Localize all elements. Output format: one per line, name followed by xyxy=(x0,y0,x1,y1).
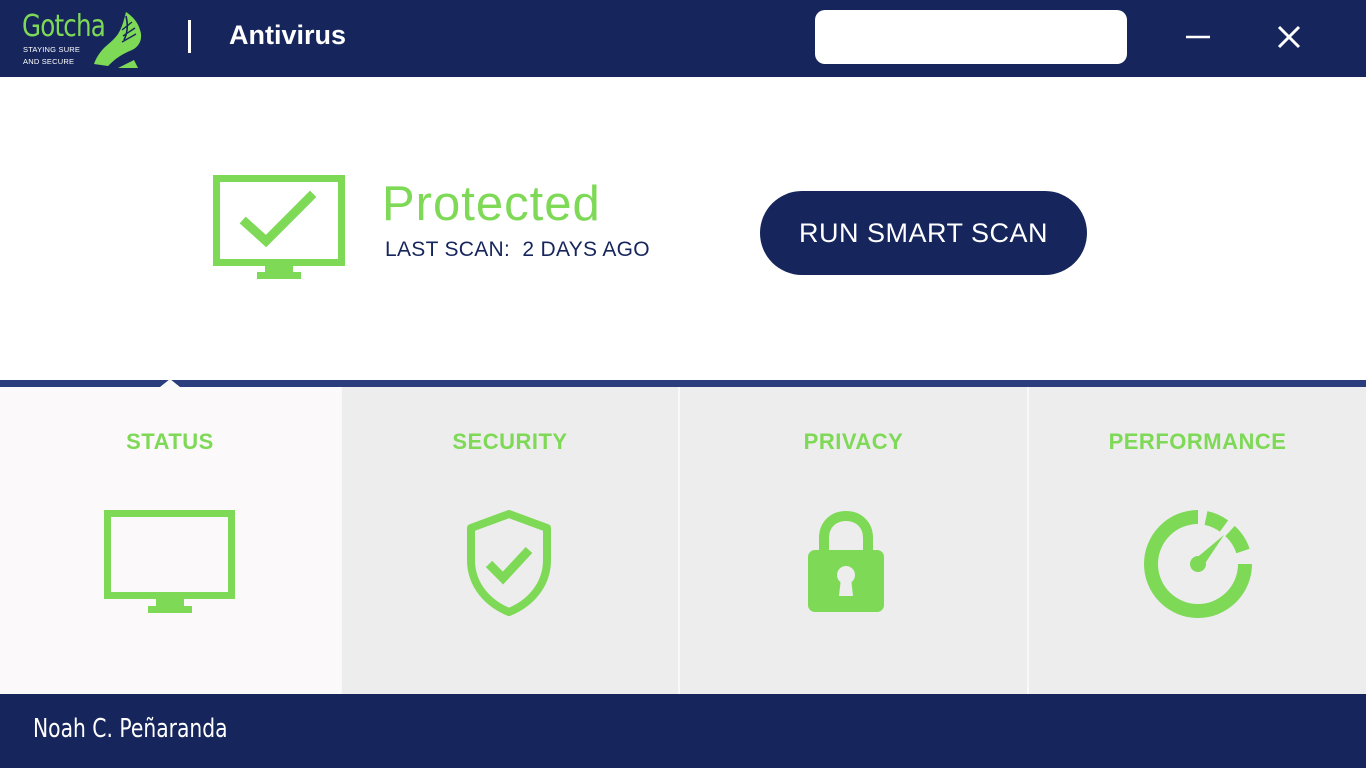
tab-label: STATUS xyxy=(126,429,214,454)
tab-label: PERFORMANCE xyxy=(1108,429,1287,454)
protection-status: Protected xyxy=(382,177,601,231)
monitor-icon xyxy=(104,510,235,613)
lock-icon xyxy=(808,510,884,612)
tab-label: PRIVACY xyxy=(803,429,904,454)
tab-privacy[interactable]: PRIVACY xyxy=(680,387,1027,694)
hand-feather-icon xyxy=(94,12,142,68)
brand-logo: Gotcha STAYING SURE AND SECURE xyxy=(20,8,150,70)
active-tab-pointer xyxy=(160,379,180,387)
brand-tagline-line1: STAYING SURE xyxy=(23,45,81,54)
status-panel xyxy=(0,77,1366,380)
minimize-icon xyxy=(1186,35,1210,39)
tab-performance[interactable]: PERFORMANCE xyxy=(1029,387,1366,694)
monitor-check-icon xyxy=(213,175,345,279)
close-icon xyxy=(1277,25,1301,49)
tab-strip-border xyxy=(0,380,1366,387)
speedometer-icon xyxy=(1144,510,1252,618)
close-button[interactable] xyxy=(1266,14,1312,60)
tab-security[interactable]: SECURITY xyxy=(342,387,678,694)
run-smart-scan-button[interactable]: RUN SMART SCAN xyxy=(760,191,1087,275)
tab-label: SECURITY xyxy=(452,429,568,454)
brand-tagline-line2: AND SECURE xyxy=(23,57,75,66)
title-bar: Gotcha STAYING SURE AND SECURE Antivirus xyxy=(0,0,1366,77)
author-name: Noah C. Peñaranda xyxy=(33,714,228,744)
shield-check-icon xyxy=(467,510,551,616)
minimize-button[interactable] xyxy=(1175,14,1221,60)
app-title: Antivirus xyxy=(229,20,347,50)
search-input[interactable] xyxy=(815,10,1127,64)
tab-status[interactable]: STATUS xyxy=(0,387,340,694)
footer: Noah C. Peñaranda xyxy=(0,694,1366,768)
title-divider xyxy=(188,20,191,53)
last-scan-text: LAST SCAN: 2 DAYS AGO xyxy=(385,238,650,261)
